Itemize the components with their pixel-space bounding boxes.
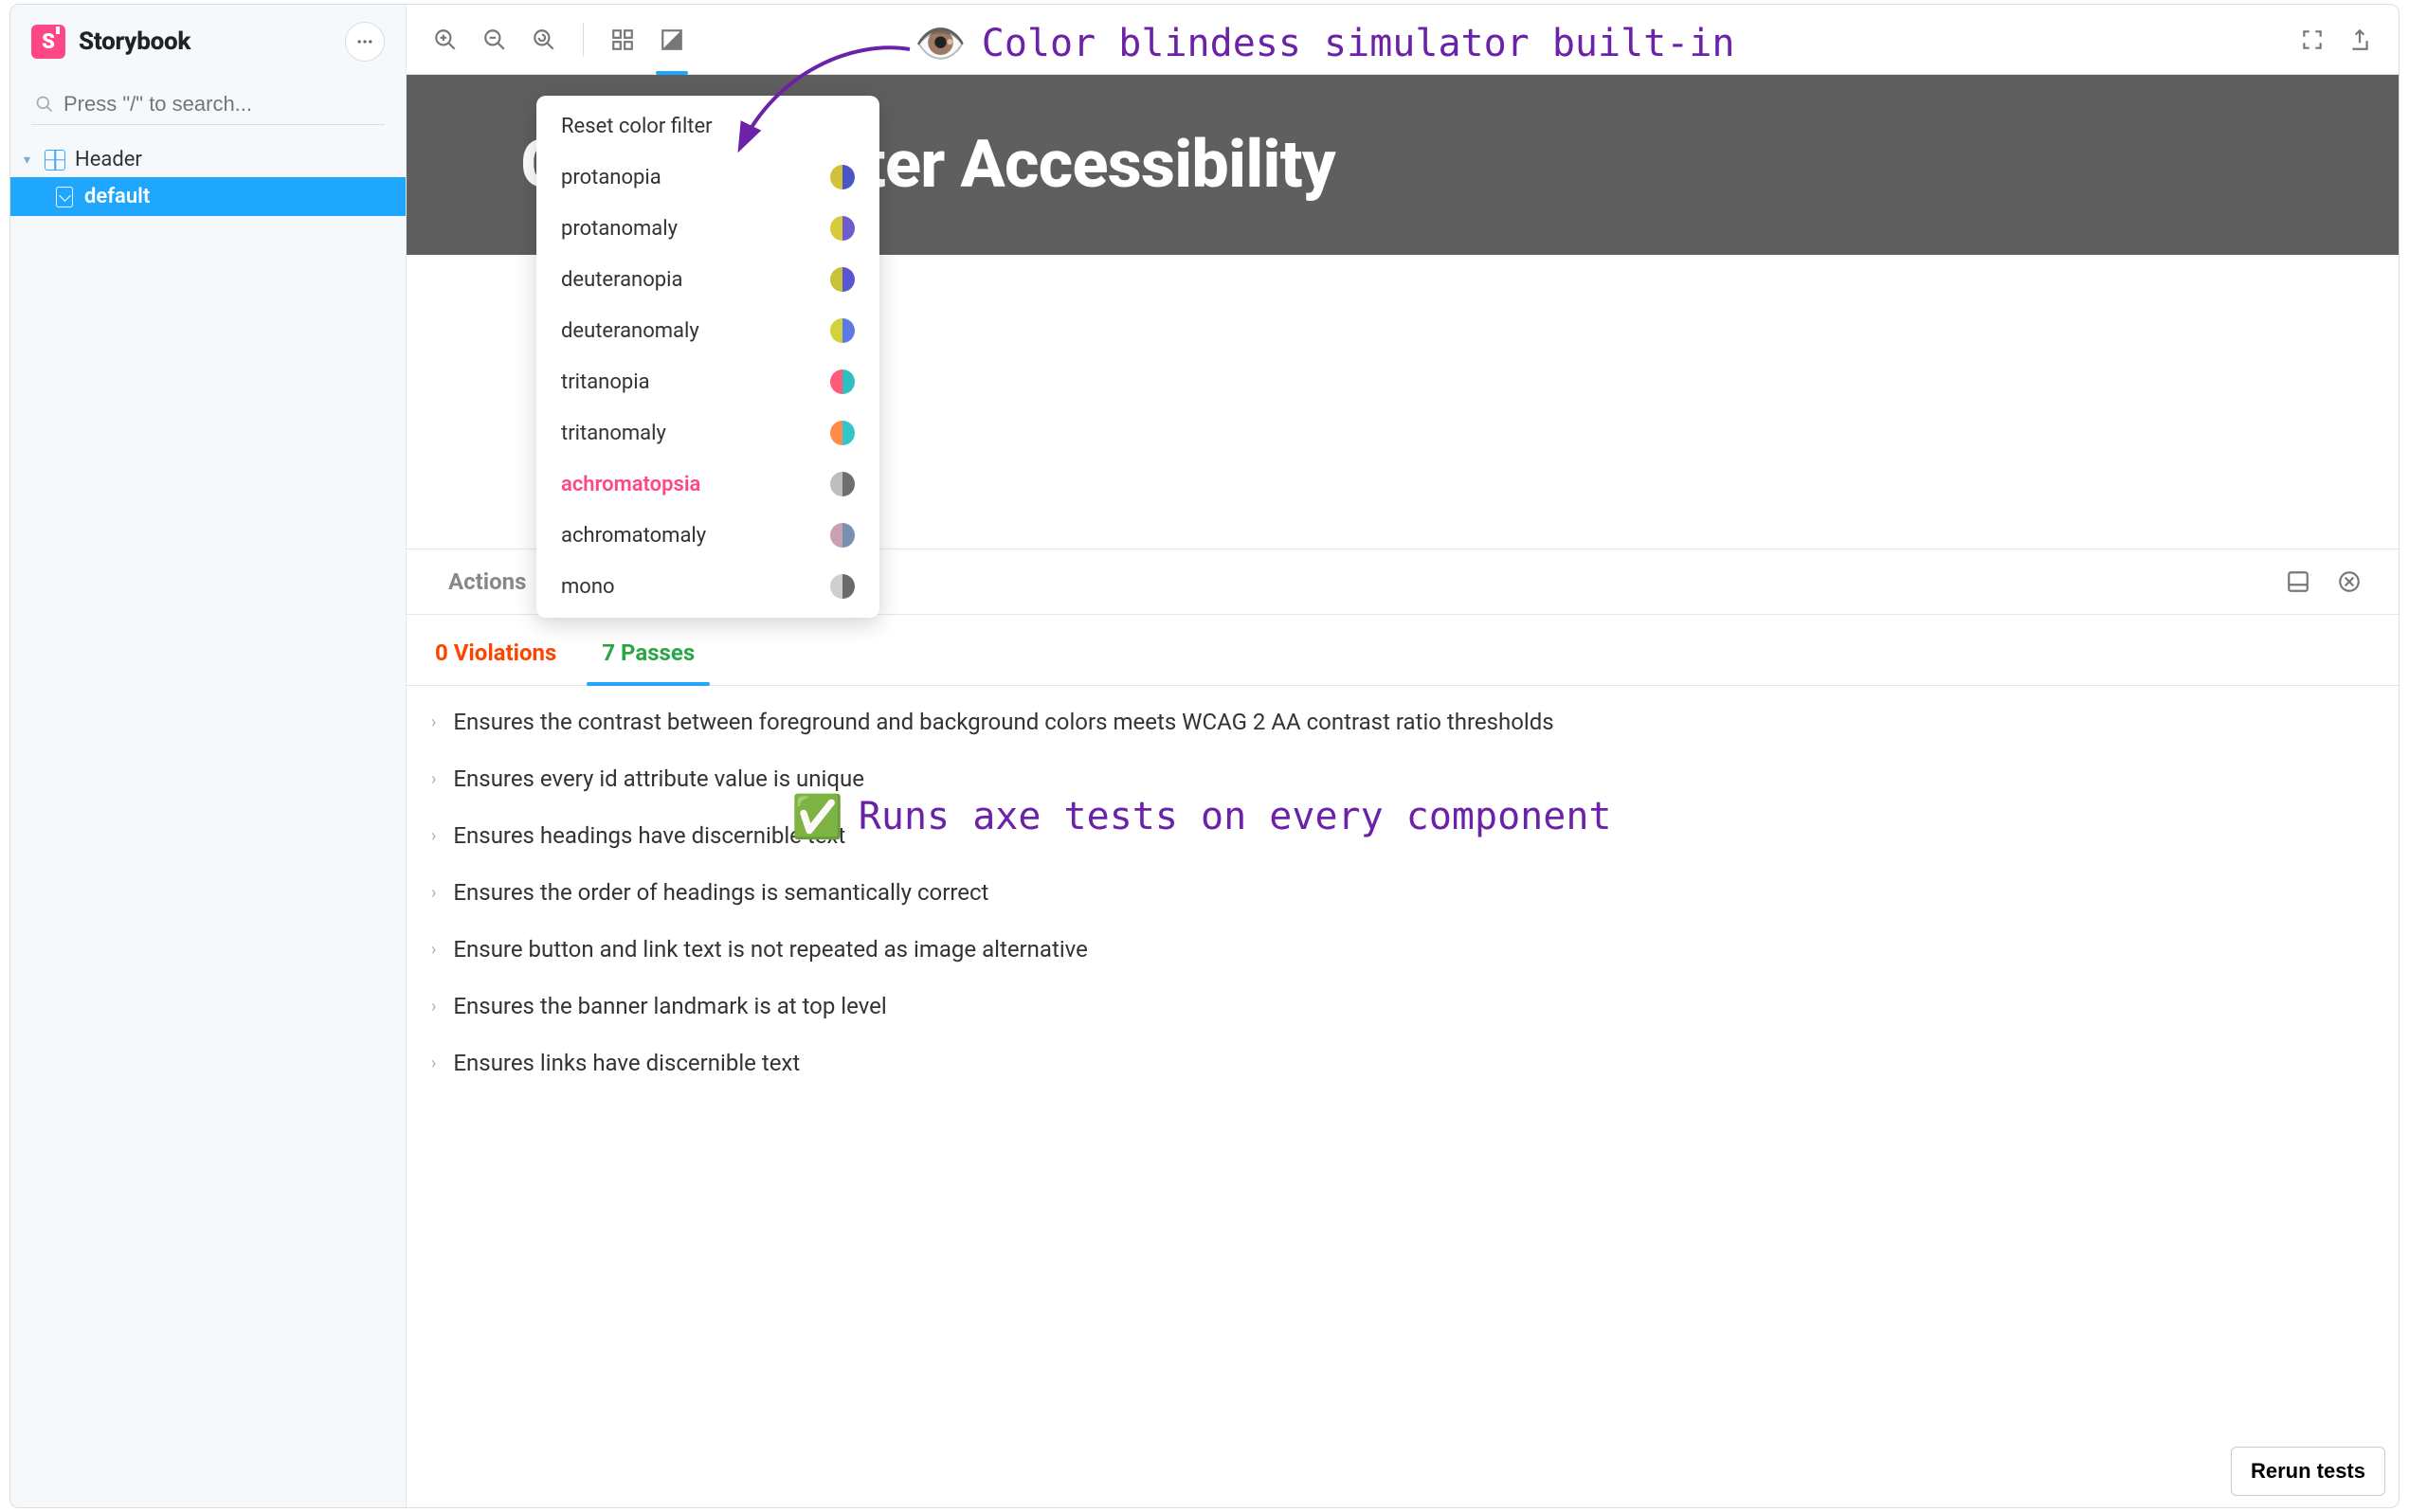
sidebar-header: S Storybook <box>10 5 406 71</box>
toolbar-separator <box>583 23 584 57</box>
chevron-right-icon: › <box>431 940 436 960</box>
subtab-passes[interactable]: 7 Passes <box>598 628 698 685</box>
color-swatch-icon <box>830 523 855 548</box>
annotation-bottom: ✅ Runs axe tests on every component <box>791 792 1612 841</box>
vision-menu-label: deuteranomaly <box>561 319 699 343</box>
color-swatch-icon <box>830 369 855 394</box>
pass-item-label: Ensures the banner landmark is at top le… <box>453 993 886 1019</box>
zoom-out-button[interactable] <box>475 20 515 60</box>
addons-panel: Actions Accessibility 0 Violations 7 Pas… <box>407 549 2399 1507</box>
tree-story-default[interactable]: default <box>10 177 406 216</box>
annotation-top: 👁️ Color blindess simulator built-in <box>915 19 1735 68</box>
subtab-violations[interactable]: 0 Violations <box>431 628 560 685</box>
rerun-tests-button[interactable]: Rerun tests <box>2231 1447 2385 1496</box>
color-swatch-icon <box>830 267 855 292</box>
bookmark-icon <box>56 187 73 207</box>
chevron-right-icon: › <box>431 883 436 903</box>
pass-item-label: Ensure button and link text is not repea… <box>453 936 1087 963</box>
sidebar-menu-button[interactable] <box>345 22 385 62</box>
vision-menu-label: tritanomaly <box>561 422 666 445</box>
a11y-subtabs: 0 Violations 7 Passes <box>407 615 2399 686</box>
brand-name: Storybook <box>79 27 190 56</box>
chevron-right-icon: › <box>431 1053 436 1073</box>
color-swatch-icon <box>830 318 855 343</box>
vision-menu-label: achromatomaly <box>561 524 706 548</box>
app-window: S Storybook ▾ Header default <box>9 4 2400 1508</box>
story-label: default <box>84 185 150 208</box>
pass-item-label: Ensures every id attribute value is uniq… <box>453 765 864 792</box>
sidebar-search[interactable] <box>31 84 385 125</box>
vision-menu-item-deuteranopia[interactable]: deuteranopia <box>536 254 879 305</box>
storybook-logo: S <box>31 25 65 59</box>
pass-item[interactable]: › Ensure button and link text is not repe… <box>407 921 2399 978</box>
panel-close-button[interactable] <box>2332 565 2366 599</box>
vision-menu-label: protanopia <box>561 166 661 189</box>
zoom-in-button[interactable] <box>426 20 465 60</box>
zoom-in-icon <box>433 27 458 52</box>
zoom-reset-button[interactable] <box>524 20 564 60</box>
vision-menu-item-mono[interactable]: mono <box>536 561 879 612</box>
search-icon <box>35 95 54 114</box>
vision-menu-item-achromatopsia[interactable]: achromatopsia <box>536 459 879 510</box>
tree-component-header[interactable]: ▾ Header <box>10 142 406 177</box>
panel-orientation-button[interactable] <box>2281 565 2315 599</box>
close-circle-icon <box>2337 569 2362 594</box>
vision-icon <box>660 27 684 52</box>
pass-item[interactable]: › Ensures the order of headings is semant… <box>407 864 2399 921</box>
panel-bottom-icon <box>2286 569 2310 594</box>
pass-item[interactable]: › Ensures the banner landmark is at top l… <box>407 978 2399 1035</box>
vision-menu-item-protanopia[interactable]: protanopia <box>536 152 879 203</box>
share-icon <box>2347 27 2372 52</box>
vision-menu-item-tritanopia[interactable]: tritanopia <box>536 356 879 407</box>
vision-menu-item-deuteranomaly[interactable]: deuteranomaly <box>536 305 879 356</box>
component-label: Header <box>75 148 142 171</box>
search-input[interactable] <box>63 92 381 117</box>
chevron-right-icon: › <box>431 769 436 789</box>
vision-menu-label: deuteranopia <box>561 268 682 292</box>
color-swatch-icon <box>830 165 855 189</box>
zoom-reset-icon <box>532 27 556 52</box>
color-swatch-icon <box>830 216 855 241</box>
open-external-button[interactable] <box>2340 20 2380 60</box>
pass-item[interactable]: › Ensures links have discernible text <box>407 1035 2399 1091</box>
sidebar: S Storybook ▾ Header default <box>10 5 407 1507</box>
vision-menu-item-tritanomaly[interactable]: tritanomaly <box>536 407 879 459</box>
pass-item-label: Ensures links have discernible text <box>453 1050 800 1076</box>
fullscreen-icon <box>2300 27 2325 52</box>
color-swatch-icon <box>830 574 855 599</box>
sidebar-tree: ▾ Header default <box>10 142 406 216</box>
color-swatch-icon <box>830 421 855 445</box>
grid-toggle-button[interactable] <box>603 20 643 60</box>
vision-filter-menu: Reset color filter protanopia protanomaly d… <box>536 96 879 618</box>
caret-down-icon: ▾ <box>24 153 35 168</box>
chevron-right-icon: › <box>431 826 436 846</box>
grid-icon <box>610 27 635 52</box>
chevron-right-icon: › <box>431 712 436 732</box>
vision-menu-label: achromatopsia <box>561 473 700 496</box>
vision-menu-item-achromatomaly[interactable]: achromatomaly <box>536 510 879 561</box>
color-swatch-icon <box>830 472 855 496</box>
tab-actions[interactable]: Actions <box>431 549 543 614</box>
fullscreen-button[interactable] <box>2292 20 2332 60</box>
pass-item[interactable]: › Ensures the contrast between foreground… <box>407 693 2399 750</box>
component-icon <box>45 150 65 171</box>
chevron-right-icon: › <box>431 997 436 1017</box>
vision-menu-label: mono <box>561 575 615 599</box>
zoom-out-icon <box>482 27 507 52</box>
vision-filter-button[interactable] <box>652 20 692 60</box>
vision-menu-label: protanomaly <box>561 217 678 241</box>
vision-menu-item-reset-color-filter[interactable]: Reset color filter <box>536 101 879 152</box>
pass-item-label: Ensures the order of headings is semanti… <box>453 879 988 906</box>
vision-menu-item-protanomaly[interactable]: protanomaly <box>536 203 879 254</box>
vision-menu-label: Reset color filter <box>561 115 713 138</box>
pass-item-label: Ensures headings have discernible text <box>453 822 845 849</box>
pass-item-label: Ensures the contrast between foreground … <box>453 709 1553 735</box>
vision-menu-label: tritanopia <box>561 370 650 394</box>
